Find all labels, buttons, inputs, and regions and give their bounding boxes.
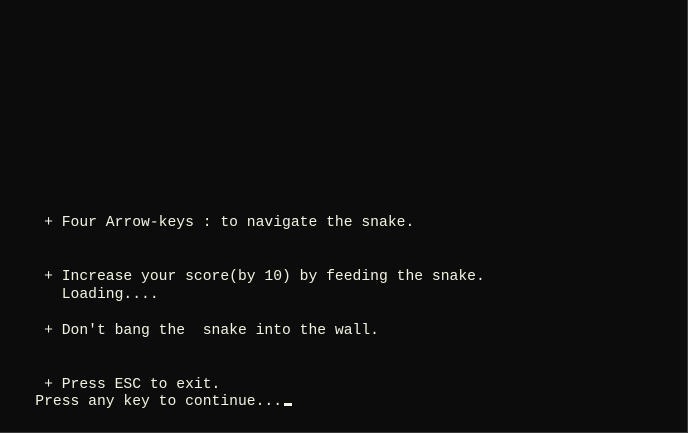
console-window[interactable]: + Four Arrow-keys : to navigate the snak…: [0, 0, 688, 433]
continue-prompt[interactable]: Press any key to continue...: [0, 375, 293, 429]
loading-text: Loading....: [0, 287, 159, 303]
instruction-score: + Increase your score(by 10) by feeding …: [0, 269, 485, 285]
instruction-arrow-keys: + Four Arrow-keys : to navigate the snak…: [0, 215, 415, 231]
text-cursor: [284, 403, 293, 406]
continue-prompt-text: Press any key to continue...: [35, 394, 283, 410]
instruction-wall: + Don't bang the snake into the wall.: [0, 323, 379, 339]
